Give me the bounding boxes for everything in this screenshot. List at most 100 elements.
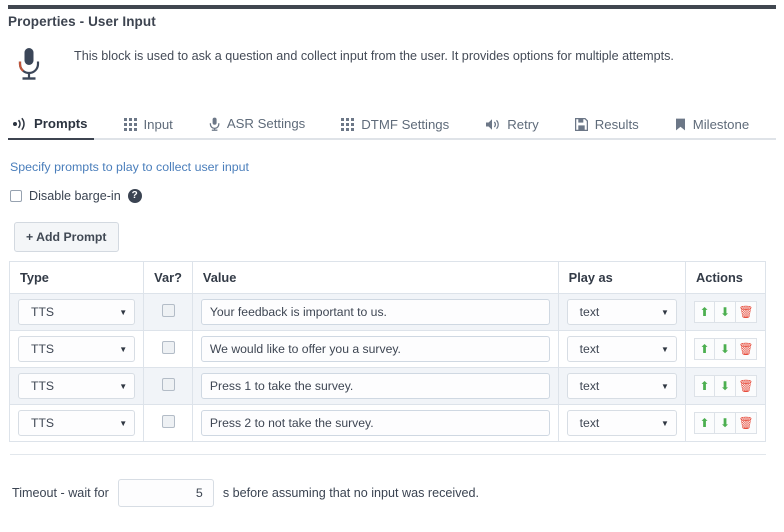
tab-milestone[interactable]: Milestone: [671, 118, 765, 138]
type-select-value: TTS: [31, 379, 55, 393]
type-select[interactable]: TTS ▼: [18, 299, 136, 325]
disable-barge-in-checkbox[interactable]: [10, 190, 22, 202]
play-as-select[interactable]: text ▼: [566, 299, 677, 325]
cell-var: [143, 404, 193, 442]
tab-input[interactable]: Input: [120, 118, 189, 138]
play-as-select-value: text: [579, 416, 600, 430]
cell-actions: ⬆ ⬇ 🗑: [684, 404, 767, 442]
disable-barge-in-label: Disable barge-in: [29, 189, 121, 203]
cell-play-as: text ▼: [557, 404, 686, 442]
play-as-select-value: text: [579, 342, 600, 356]
top-rule: [8, 5, 776, 9]
table-row: TTS ▼ Press 2 to not take the survey. te…: [8, 404, 767, 442]
page-title: Properties - User Input: [8, 14, 156, 29]
value-input-text: We would like to offer you a survey.: [209, 342, 401, 356]
move-up-icon[interactable]: ⬆: [693, 301, 715, 323]
column-header-var: Var?: [143, 261, 193, 294]
delete-icon[interactable]: 🗑: [735, 301, 757, 323]
speaker-icon: [485, 118, 500, 131]
play-as-select[interactable]: text ▼: [566, 373, 677, 399]
tab-dtmf-settings[interactable]: DTMF Settings: [337, 118, 465, 138]
row-action-group: ⬆ ⬇ 🗑: [693, 375, 757, 397]
tab-label: Prompts: [34, 116, 88, 132]
cell-value: Press 1 to take the survey.: [191, 367, 559, 405]
value-input-text: Press 2 to not take the survey.: [209, 416, 374, 430]
row-action-group: ⬆ ⬇ 🗑: [693, 412, 757, 434]
row-action-group: ⬆ ⬇ 🗑: [693, 301, 757, 323]
tab-label: ASR Settings: [226, 116, 306, 132]
type-select[interactable]: TTS ▼: [18, 336, 136, 362]
tab-retry[interactable]: Retry: [481, 118, 555, 138]
cell-actions: ⬆ ⬇ 🗑: [684, 367, 767, 405]
value-input[interactable]: Your feedback is important to us.: [200, 299, 550, 325]
column-header-type: Type: [8, 261, 145, 294]
timeout-input[interactable]: 5: [117, 479, 214, 507]
move-down-icon[interactable]: ⬇: [714, 301, 736, 323]
cell-type: TTS ▼: [8, 404, 145, 442]
chevron-down-icon: ▼: [119, 418, 128, 428]
microphone-icon: [209, 117, 220, 131]
tab-label: Retry: [507, 116, 539, 132]
grid-icon: [341, 117, 355, 131]
chevron-down-icon: ▼: [119, 307, 128, 317]
var-checkbox[interactable]: [161, 378, 175, 391]
cell-value: Press 2 to not take the survey.: [191, 404, 559, 442]
var-checkbox[interactable]: [161, 304, 175, 317]
type-select-value: TTS: [31, 305, 55, 319]
play-as-select[interactable]: text ▼: [566, 336, 677, 362]
table-header-row: Type Var? Value Play as Actions: [8, 261, 767, 294]
move-up-icon[interactable]: ⬆: [693, 375, 715, 397]
value-input[interactable]: We would like to offer you a survey.: [200, 336, 550, 362]
cell-type: TTS ▼: [8, 367, 145, 405]
bookmark-icon: [675, 118, 686, 131]
prompts-subtitle-link[interactable]: Specify prompts to play to collect user …: [10, 160, 249, 174]
tab-bar: Prompts Input ASR Settings DTMF Settings…: [8, 108, 776, 140]
var-checkbox[interactable]: [161, 341, 175, 354]
sound-waves-icon: [12, 117, 27, 131]
delete-icon[interactable]: 🗑: [735, 338, 757, 360]
column-header-actions: Actions: [684, 261, 767, 294]
cell-play-as: text ▼: [557, 293, 686, 331]
chevron-down-icon: ▼: [119, 344, 128, 354]
play-as-select[interactable]: text ▼: [566, 410, 677, 436]
cell-play-as: text ▼: [557, 367, 686, 405]
table-row: TTS ▼ Your feedback is important to us. …: [8, 293, 767, 331]
column-header-play-as: Play as: [557, 261, 686, 294]
move-up-icon[interactable]: ⬆: [693, 412, 715, 434]
cell-type: TTS ▼: [8, 293, 145, 331]
disable-barge-in-row: Disable barge-in ?: [10, 189, 142, 203]
value-input[interactable]: Press 1 to take the survey.: [200, 373, 550, 399]
chevron-down-icon: ▼: [661, 381, 669, 391]
value-input[interactable]: Press 2 to not take the survey.: [200, 410, 550, 436]
prompts-table: Type Var? Value Play as Actions TTS ▼ Yo…: [8, 261, 767, 442]
column-header-value: Value: [191, 261, 559, 294]
tab-label: Results: [594, 116, 639, 132]
add-prompt-button[interactable]: + Add Prompt: [14, 222, 119, 252]
var-checkbox[interactable]: [161, 415, 175, 428]
type-select[interactable]: TTS ▼: [18, 410, 136, 436]
chevron-down-icon: ▼: [661, 344, 669, 354]
chevron-down-icon: ▼: [661, 418, 669, 428]
move-up-icon[interactable]: ⬆: [693, 338, 715, 360]
cell-play-as: text ▼: [557, 330, 686, 368]
block-description-row: This block is used to ask a question and…: [8, 42, 768, 87]
tab-asr-settings[interactable]: ASR Settings: [205, 117, 321, 138]
delete-icon[interactable]: 🗑: [735, 412, 757, 434]
move-down-icon[interactable]: ⬇: [714, 412, 736, 434]
type-select[interactable]: TTS ▼: [18, 373, 136, 399]
row-action-group: ⬆ ⬇ 🗑: [693, 338, 757, 360]
microphone-icon: [8, 42, 74, 87]
section-divider: [10, 454, 766, 455]
timeout-row: Timeout - wait for 5 s before assuming t…: [12, 479, 479, 507]
question-mark-icon[interactable]: ?: [127, 189, 142, 203]
play-as-select-value: text: [579, 379, 600, 393]
tab-label: Milestone: [692, 116, 750, 132]
tab-label: DTMF Settings: [361, 116, 450, 132]
tab-results[interactable]: Results: [571, 118, 655, 138]
tab-prompts[interactable]: Prompts: [8, 116, 104, 140]
move-down-icon[interactable]: ⬇: [714, 375, 736, 397]
delete-icon[interactable]: 🗑: [735, 375, 757, 397]
cell-var: [143, 367, 193, 405]
move-down-icon[interactable]: ⬇: [714, 338, 736, 360]
cell-type: TTS ▼: [8, 330, 145, 368]
